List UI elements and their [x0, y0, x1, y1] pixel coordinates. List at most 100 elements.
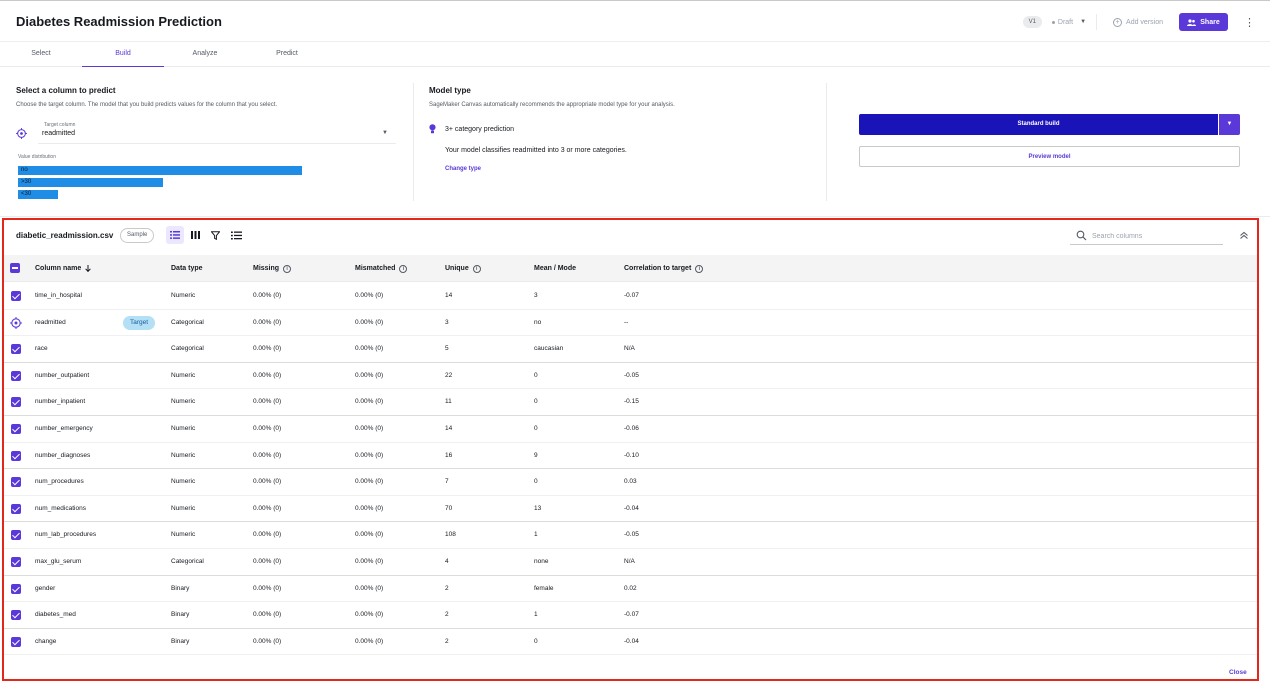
collapse-icon[interactable] — [1238, 229, 1250, 241]
mean-mode-header[interactable]: Mean / Mode — [534, 255, 576, 282]
info-icon[interactable]: i — [472, 264, 481, 273]
search-columns-input[interactable] — [1092, 230, 1217, 242]
table-row[interactable]: readmitted Categorical 0.00% (0) 0.00% (0) 3… — [4, 310, 1257, 337]
columns-icon — [190, 231, 200, 239]
column-name-cell: diabetes_med — [35, 611, 76, 619]
column-name-cell: number_inpatient — [35, 398, 86, 406]
table-row[interactable]: number_diagnoses Numeric 0.00% (0) 0.00% (0… — [4, 443, 1257, 470]
page-title: Diabetes Readmission Prediction — [16, 14, 222, 29]
table-row[interactable]: diabetes_med Binary 0.00% (0) 0.00% (0) 2 1 -0… — [4, 602, 1257, 629]
column-name-cell: num_procedures — [35, 478, 84, 486]
table-row[interactable]: num_lab_procedures Numeric 0.00% (0) 0.00% … — [4, 522, 1257, 549]
table-row[interactable]: number_outpatient Numeric 0.00% (0) 0.00% (… — [4, 363, 1257, 390]
lightbulb-icon — [429, 124, 436, 136]
missing-cell: 0.00% (0) — [253, 584, 282, 592]
row-checkbox[interactable] — [11, 557, 21, 567]
row-checkbox[interactable] — [11, 450, 21, 461]
unique-cell: 4 — [445, 558, 449, 565]
unique-header[interactable]: Unique i — [445, 255, 481, 282]
correlation-cell: -0.04 — [624, 637, 639, 645]
model-type-description: SageMaker Canvas automatically recommend… — [429, 102, 675, 108]
mismatched-header[interactable]: Mismatched i — [355, 255, 408, 282]
table-row[interactable]: change Binary 0.00% (0) 0.00% (0) 2 0 -0.04 — [4, 629, 1257, 656]
row-checkbox[interactable] — [11, 370, 21, 381]
data-type-cell: Numeric — [171, 531, 196, 539]
correlation-cell: N/A — [624, 558, 635, 565]
version-badge[interactable]: V1 — [1022, 16, 1042, 28]
correlation-header[interactable]: Correlation to target i — [624, 255, 704, 282]
row-checkbox[interactable] — [11, 503, 21, 514]
table-row[interactable]: number_emergency Numeric 0.00% (0) 0.00% (0… — [4, 416, 1257, 443]
preview-model-button[interactable]: Preview model — [859, 146, 1240, 167]
table-row[interactable]: gender Binary 0.00% (0) 0.00% (0) 2 female 0.0… — [4, 576, 1257, 603]
row-checkbox[interactable] — [11, 583, 21, 594]
table-row[interactable]: race Categorical 0.00% (0) 0.00% (0) 5 caucas… — [4, 336, 1257, 363]
model-type-explanation: Your model classifies readmitted into 3 … — [445, 147, 627, 154]
model-type-title: Model type — [429, 86, 471, 95]
column-name-cell: gender — [35, 584, 56, 592]
search-columns-field[interactable] — [1070, 227, 1223, 245]
tab-analyze[interactable]: Analyze — [164, 42, 246, 67]
missing-cell: 0.00% (0) — [253, 318, 282, 326]
data-type-cell: Categorical — [171, 345, 204, 353]
add-version-label: Add version — [1126, 18, 1163, 26]
unique-cell: 3 — [445, 318, 449, 326]
tab-predict[interactable]: Predict — [246, 42, 328, 67]
table-row[interactable]: time_in_hospital Numeric 0.00% (0) 0.00% (0… — [4, 283, 1257, 310]
row-checkbox[interactable] — [11, 477, 21, 488]
info-icon[interactable]: i — [399, 264, 408, 273]
table-row[interactable]: max_glu_serum Categorical 0.00% (0) 0.00% (… — [4, 549, 1257, 576]
table-row[interactable]: num_procedures Numeric 0.00% (0) 0.00% (0) 7… — [4, 469, 1257, 496]
target-column-select[interactable]: Target column readmitted ▼ — [38, 119, 396, 144]
share-label: Share — [1200, 18, 1220, 26]
add-version-button[interactable]: + Add version — [1113, 17, 1163, 27]
select-all-checkbox[interactable] — [10, 263, 20, 273]
data-type-header[interactable]: Data type — [171, 255, 203, 282]
mean-mode-cell: no — [534, 318, 542, 326]
correlation-cell: -0.05 — [624, 371, 639, 379]
row-checkbox[interactable] — [11, 636, 21, 647]
row-checkbox[interactable] — [11, 397, 21, 408]
correlation-cell: -0.06 — [624, 425, 639, 432]
mismatched-cell: 0.00% (0) — [355, 398, 384, 406]
column-name-cell: num_lab_procedures — [35, 531, 97, 539]
row-checkbox[interactable] — [11, 424, 21, 434]
target-icon — [16, 128, 27, 139]
filter-button[interactable] — [206, 226, 224, 244]
version-status-dropdown[interactable]: Draft ▼ — [1051, 18, 1086, 26]
table-row[interactable]: num_medications Numeric 0.00% (0) 0.00% (0)… — [4, 496, 1257, 523]
more-options-icon[interactable]: ⋮ — [1244, 16, 1255, 29]
missing-header-label: Missing — [253, 265, 280, 272]
share-button[interactable]: Share — [1179, 13, 1228, 31]
correlation-header-label: Correlation to target — [624, 265, 692, 272]
list-view-button[interactable] — [166, 226, 184, 244]
column-name-header[interactable]: Column name — [35, 255, 92, 282]
target-column-label: Target column — [44, 122, 76, 128]
info-icon[interactable]: i — [695, 264, 704, 273]
change-type-link[interactable]: Change type — [445, 166, 481, 172]
app-header: Diabetes Readmission Prediction V1 Draft… — [0, 0, 1270, 42]
sample-badge[interactable]: Sample — [120, 228, 155, 243]
row-checkbox[interactable] — [11, 291, 21, 301]
tab-build[interactable]: Build — [82, 42, 164, 67]
row-checkbox[interactable] — [11, 610, 21, 621]
mismatched-cell: 0.00% (0) — [355, 371, 384, 379]
version-status: Draft — [1057, 18, 1074, 26]
data-type-cell: Categorical — [171, 318, 204, 326]
missing-cell: 0.00% (0) — [253, 478, 282, 486]
tab-select[interactable]: Select — [0, 42, 82, 67]
build-options-dropdown[interactable]: ▼ — [1219, 114, 1240, 135]
row-checkbox[interactable] — [11, 344, 21, 355]
missing-header[interactable]: Missing i — [253, 255, 292, 282]
table-row[interactable]: number_inpatient Numeric 0.00% (0) 0.00% (0… — [4, 389, 1257, 416]
mean-mode-cell: none — [534, 558, 549, 565]
info-icon[interactable]: i — [283, 264, 292, 273]
sort-options-button[interactable] — [227, 226, 245, 244]
standard-build-button[interactable]: Standard build — [859, 114, 1218, 135]
close-link[interactable]: Close — [1229, 669, 1247, 676]
correlation-cell: -0.05 — [624, 531, 639, 539]
data-type-cell: Numeric — [171, 371, 196, 379]
grid-view-button[interactable] — [186, 226, 204, 244]
row-checkbox[interactable] — [11, 530, 21, 541]
sort-down-icon — [85, 265, 92, 272]
